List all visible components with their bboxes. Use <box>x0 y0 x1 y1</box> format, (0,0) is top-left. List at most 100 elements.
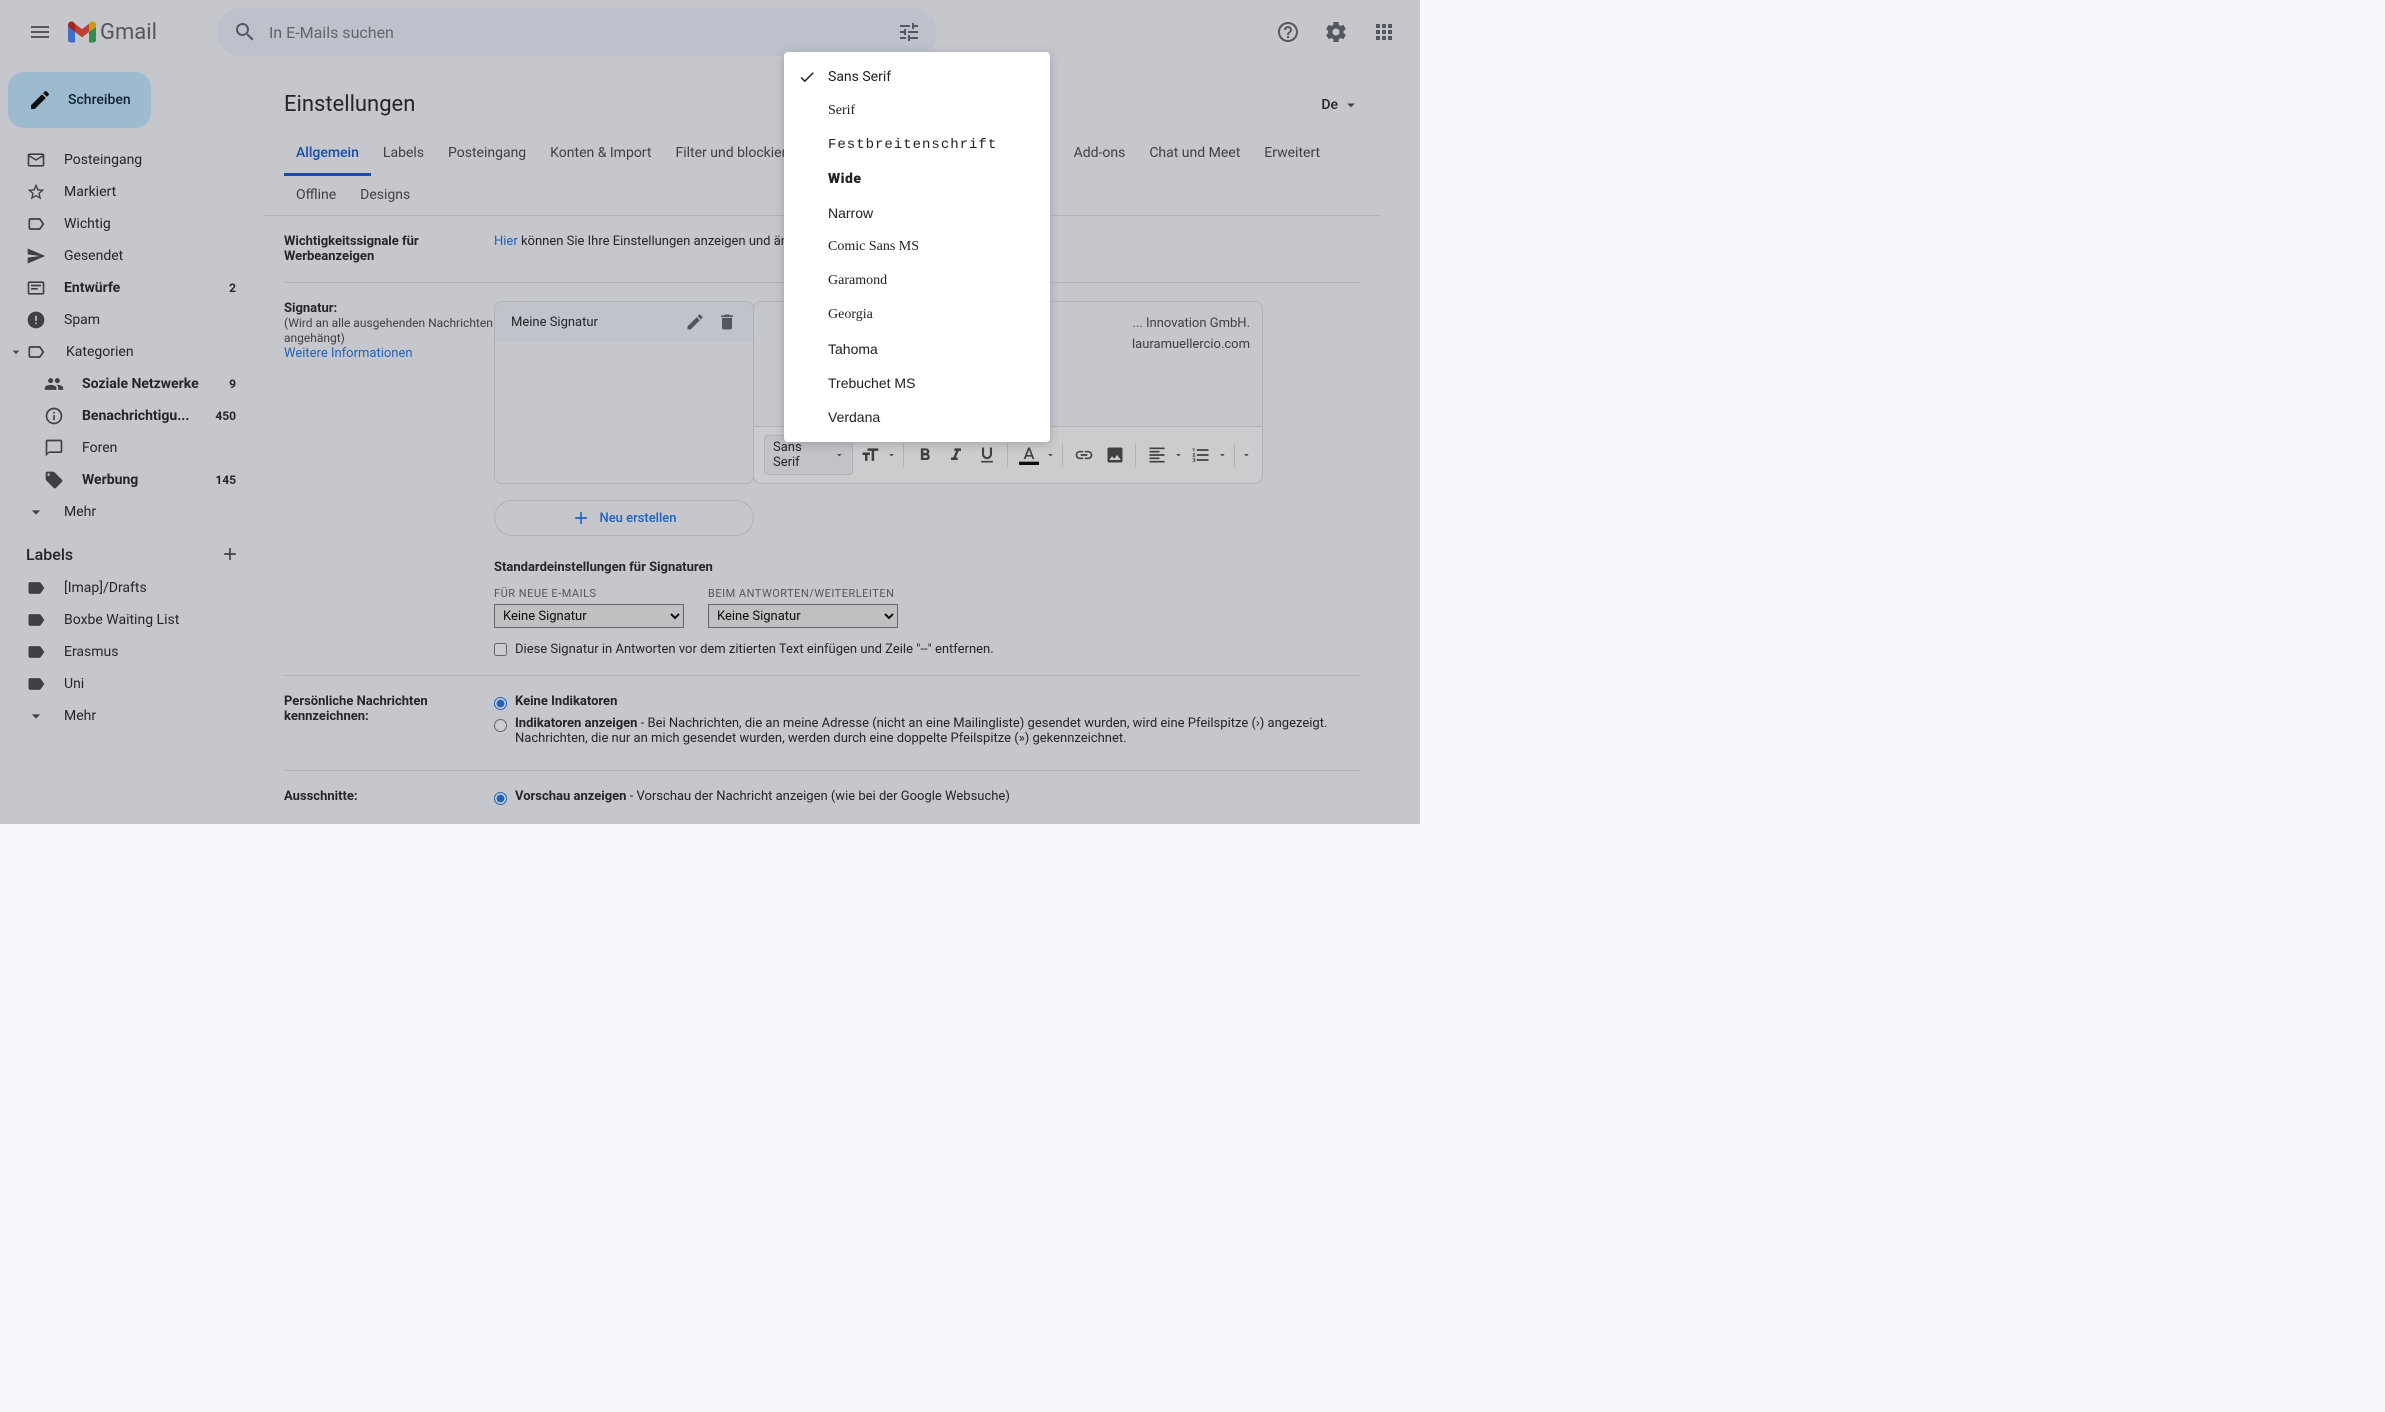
bold-button[interactable] <box>910 439 939 471</box>
new-email-signature-select[interactable]: Keine Signatur <box>494 604 684 628</box>
sidebar-item-markiert[interactable]: Markiert <box>0 176 248 208</box>
link-button[interactable] <box>1069 439 1098 471</box>
label-item[interactable]: [Imap]/Drafts <box>0 572 248 604</box>
font-option-narrow[interactable]: Narrow <box>784 196 1050 230</box>
italic-icon <box>946 445 966 465</box>
labels-more[interactable]: Mehr <box>0 700 248 732</box>
show-preview-radio[interactable] <box>494 792 507 805</box>
text-size-icon <box>860 445 880 465</box>
search-bar[interactable] <box>217 8 937 56</box>
tab-konten---import[interactable]: Konten & Import <box>538 133 663 175</box>
settings-button[interactable] <box>1316 12 1356 52</box>
nav-icon <box>26 246 46 266</box>
sidebar-more[interactable]: Mehr <box>0 496 248 528</box>
text-color-icon <box>1019 445 1039 465</box>
underline-button[interactable] <box>972 439 1001 471</box>
show-indicators-label: Indikatoren anzeigen <box>515 716 637 731</box>
label-item[interactable]: Uni <box>0 668 248 700</box>
dropdown-icon[interactable] <box>1045 449 1056 461</box>
tab-offline[interactable]: Offline <box>284 175 348 215</box>
font-option-comic-sans-ms[interactable]: Comic Sans MS <box>784 230 1050 264</box>
link-icon <box>1074 445 1094 465</box>
label-icon <box>26 642 46 662</box>
main-menu-button[interactable] <box>16 8 64 56</box>
tab-add-ons[interactable]: Add-ons <box>1062 133 1138 175</box>
plus-icon <box>571 508 591 528</box>
apps-button[interactable] <box>1364 12 1404 52</box>
no-indicators-radio[interactable] <box>494 697 507 710</box>
font-option-festbreitenschrift[interactable]: Festbreitenschrift <box>784 128 1050 162</box>
tab-allgemein[interactable]: Allgemein <box>284 133 371 176</box>
font-option-garamond[interactable]: Garamond <box>784 264 1050 298</box>
reply-signature-select[interactable]: Keine Signatur <box>708 604 898 628</box>
category-1[interactable]: Benachrichtigu... 450 <box>0 400 248 432</box>
no-indicators-label: Keine Indikatoren <box>515 694 617 709</box>
sidebar-item-spam[interactable]: Spam <box>0 304 248 336</box>
show-indicators-radio[interactable] <box>494 719 507 732</box>
help-icon <box>1276 20 1300 44</box>
dropdown-icon[interactable] <box>1241 449 1252 461</box>
font-size-button[interactable] <box>855 439 884 471</box>
category-3[interactable]: Werbung 145 <box>0 464 248 496</box>
gmail-logo[interactable]: Gmail <box>68 20 157 45</box>
new-signature-button[interactable]: Neu erstellen <box>494 500 754 536</box>
tab-labels[interactable]: Labels <box>371 133 436 175</box>
font-option-trebuchet-ms[interactable]: Trebuchet MS <box>784 366 1050 400</box>
compose-button[interactable]: Schreiben <box>8 72 151 128</box>
signature-list: Meine Signatur <box>494 301 754 484</box>
dropdown-icon <box>834 449 845 461</box>
underline-icon <box>977 445 997 465</box>
sidebar-item-posteingang[interactable]: Posteingang <box>0 144 248 176</box>
category-0[interactable]: Soziale Netzwerke 9 <box>0 368 248 400</box>
font-option-georgia[interactable]: Georgia <box>784 298 1050 332</box>
font-option-wide[interactable]: Wide <box>784 162 1050 196</box>
category-icon <box>44 374 64 394</box>
sidebar-item-wichtig[interactable]: Wichtig <box>0 208 248 240</box>
tab-erweitert[interactable]: Erweitert <box>1252 133 1332 175</box>
ads-link[interactable]: Hier <box>494 234 518 249</box>
signature-more-link[interactable]: Weitere Informationen <box>284 346 413 361</box>
italic-button[interactable] <box>941 439 970 471</box>
sidebar-item-entwürfe[interactable]: Entwürfe 2 <box>0 272 248 304</box>
sidebar-item-gesendet[interactable]: Gesendet <box>0 240 248 272</box>
chevron-down-icon <box>26 502 46 522</box>
list-button[interactable] <box>1186 439 1215 471</box>
nav-icon <box>26 310 46 330</box>
categories-toggle[interactable]: Kategorien <box>0 336 248 368</box>
nav-icon <box>26 150 46 170</box>
font-option-serif[interactable]: Serif <box>784 94 1050 128</box>
category-2[interactable]: Foren <box>0 432 248 464</box>
align-icon <box>1147 445 1167 465</box>
align-button[interactable] <box>1142 439 1171 471</box>
text-color-button[interactable] <box>1014 439 1043 471</box>
image-icon <box>1105 445 1125 465</box>
signature-name: Meine Signatur <box>511 315 673 330</box>
ads-text: können Sie Ihre Einstellungen anzeigen u… <box>521 234 817 249</box>
edit-icon[interactable] <box>685 312 705 332</box>
categories-label: Kategorien <box>66 344 134 360</box>
dropdown-icon[interactable] <box>1217 449 1228 461</box>
chevron-down-icon <box>8 344 24 360</box>
tab-designs[interactable]: Designs <box>348 175 422 215</box>
plus-icon[interactable] <box>220 544 240 564</box>
font-family-dropdown[interactable]: Sans Serif Serif Festbreitenschrift Wide… <box>784 52 1050 442</box>
font-option-verdana[interactable]: Verdana <box>784 400 1050 434</box>
label-item[interactable]: Erasmus <box>0 636 248 668</box>
help-button[interactable] <box>1268 12 1308 52</box>
image-button[interactable] <box>1100 439 1129 471</box>
search-input[interactable] <box>269 23 897 42</box>
delete-icon[interactable] <box>717 312 737 332</box>
font-option-tahoma[interactable]: Tahoma <box>784 332 1050 366</box>
tab-chat-und-meet[interactable]: Chat und Meet <box>1137 133 1252 175</box>
insert-before-checkbox[interactable] <box>494 643 507 656</box>
label-item[interactable]: Boxbe Waiting List <box>0 604 248 636</box>
signature-item[interactable]: Meine Signatur <box>495 302 753 342</box>
label-icon <box>26 610 46 630</box>
font-option-sans-serif[interactable]: Sans Serif <box>784 60 1050 94</box>
language-selector[interactable]: De <box>1321 96 1360 114</box>
dropdown-icon[interactable] <box>886 449 897 461</box>
tab-posteingang[interactable]: Posteingang <box>436 133 538 175</box>
dropdown-icon[interactable] <box>1173 449 1184 461</box>
tune-icon[interactable] <box>897 20 921 44</box>
header: Gmail <box>0 0 1420 64</box>
